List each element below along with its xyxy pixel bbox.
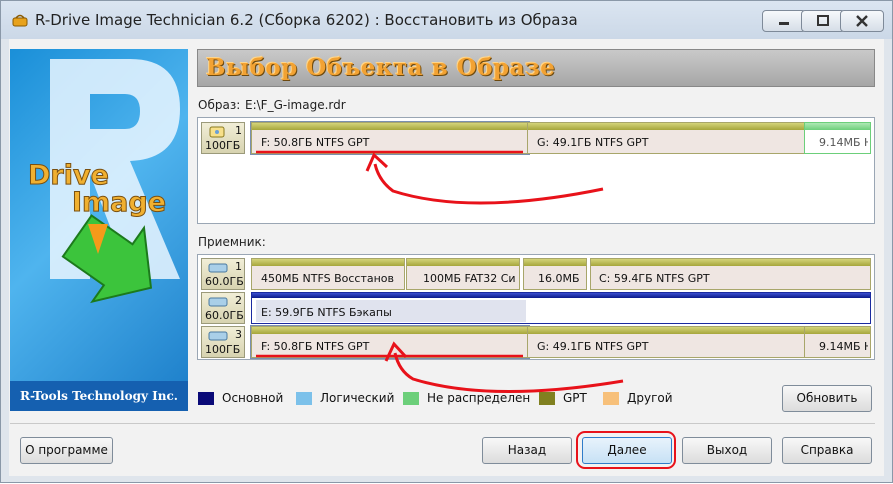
legend-swatch [403,392,419,405]
back-button[interactable]: Назад [482,437,572,464]
legend-label: Логический [320,391,395,405]
annotation-arrow-2 [393,352,624,394]
app-window: R-Drive Image Technician 6.2 (Сборка 620… [0,0,893,483]
separator [10,423,875,424]
legend-swatch [198,392,214,405]
legend-swatch [603,392,619,405]
annotation-overlay [256,150,624,394]
annotation-arrow-1 [373,163,604,205]
about-button[interactable]: О программе [20,437,113,464]
legend-label: Другой [627,391,673,405]
legend-swatch [539,392,555,405]
legend-label: Основной [222,391,284,405]
annotation-highlight-next [576,431,676,469]
legend-label: Не распределен [427,391,531,405]
refresh-button[interactable]: Обновить [782,385,872,412]
legend-swatch [296,392,312,405]
legend-label: GPT [563,391,587,405]
help-button[interactable]: Справка [782,437,872,464]
exit-button[interactable]: Выход [682,437,772,464]
